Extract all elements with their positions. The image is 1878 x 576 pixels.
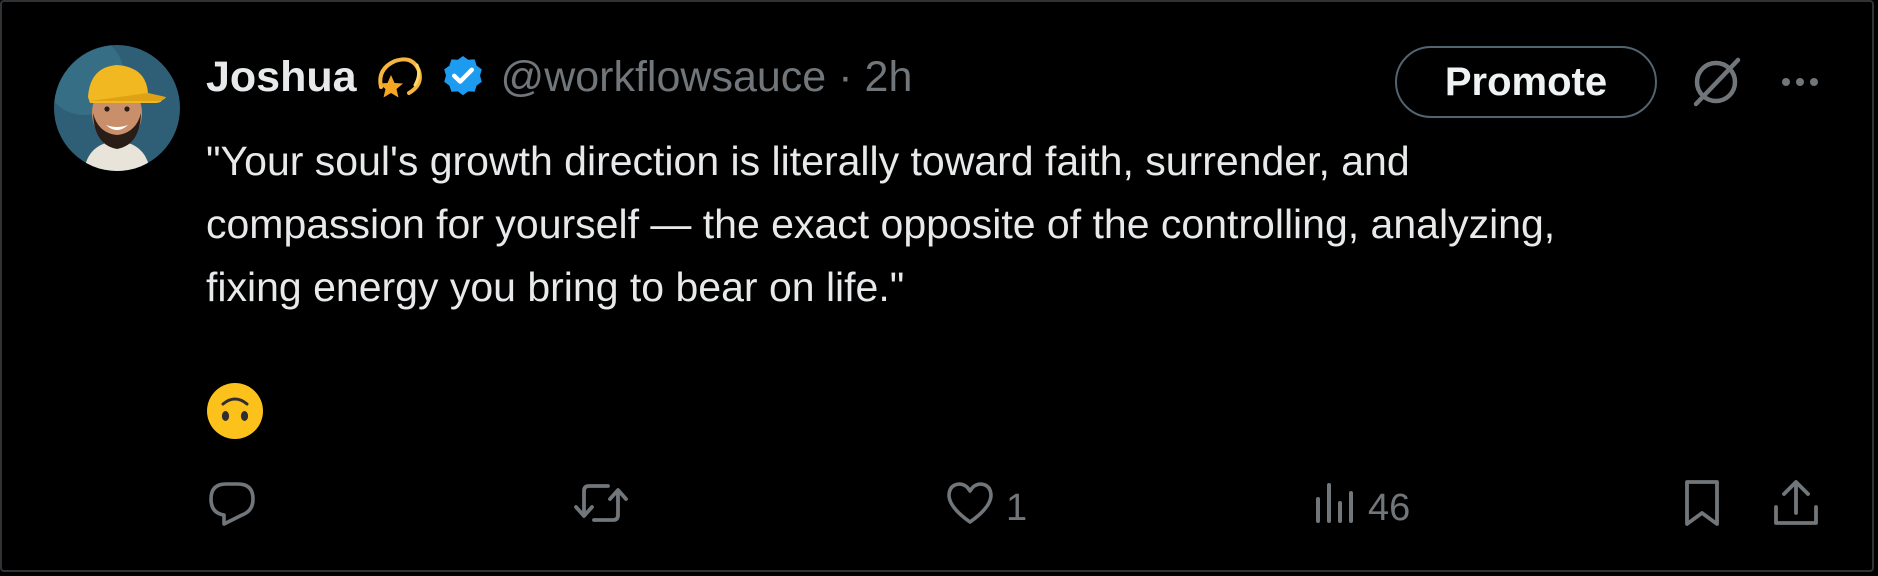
dizzy-star-icon xyxy=(373,51,425,103)
like-button[interactable]: 1 xyxy=(944,474,1027,542)
promote-button[interactable]: Promote xyxy=(1395,46,1657,118)
bookmark-button[interactable] xyxy=(1676,474,1728,542)
tweet-text-line: fixing energy you bring to bear on life.… xyxy=(206,264,905,310)
author-name[interactable]: Joshua xyxy=(206,53,357,102)
tweet-timestamp[interactable]: 2h xyxy=(865,53,913,102)
verified-badge-icon[interactable] xyxy=(439,53,487,101)
tweet-card: Joshua @workflowsauce · 2h Promote "Your… xyxy=(0,0,1874,572)
tweet-text-line: "Your soul's growth direction is literal… xyxy=(206,138,1410,184)
reply-icon xyxy=(206,477,258,539)
grok-icon[interactable] xyxy=(1688,54,1744,110)
tweet-header: Joshua @workflowsauce · 2h xyxy=(206,44,912,110)
avatar[interactable] xyxy=(54,45,180,171)
separator-dot: · xyxy=(838,52,853,101)
upside-down-face-icon xyxy=(206,382,264,445)
views-icon xyxy=(1312,477,1358,539)
share-icon xyxy=(1770,477,1822,539)
like-count: 1 xyxy=(1006,486,1028,529)
more-options-icon[interactable] xyxy=(1772,54,1828,110)
tweet-text-line: compassion for yourself — the exact oppo… xyxy=(206,201,1556,247)
reply-button[interactable] xyxy=(206,474,268,542)
heart-icon xyxy=(944,477,996,539)
tweet-text: "Your soul's growth direction is literal… xyxy=(206,130,1846,319)
bookmark-icon xyxy=(1676,477,1728,539)
repost-button[interactable] xyxy=(572,474,640,542)
views-count: 46 xyxy=(1368,486,1411,529)
author-handle[interactable]: @workflowsauce xyxy=(501,53,827,102)
repost-icon xyxy=(572,477,630,539)
views-button[interactable]: 46 xyxy=(1312,474,1410,542)
share-button[interactable] xyxy=(1770,474,1822,542)
